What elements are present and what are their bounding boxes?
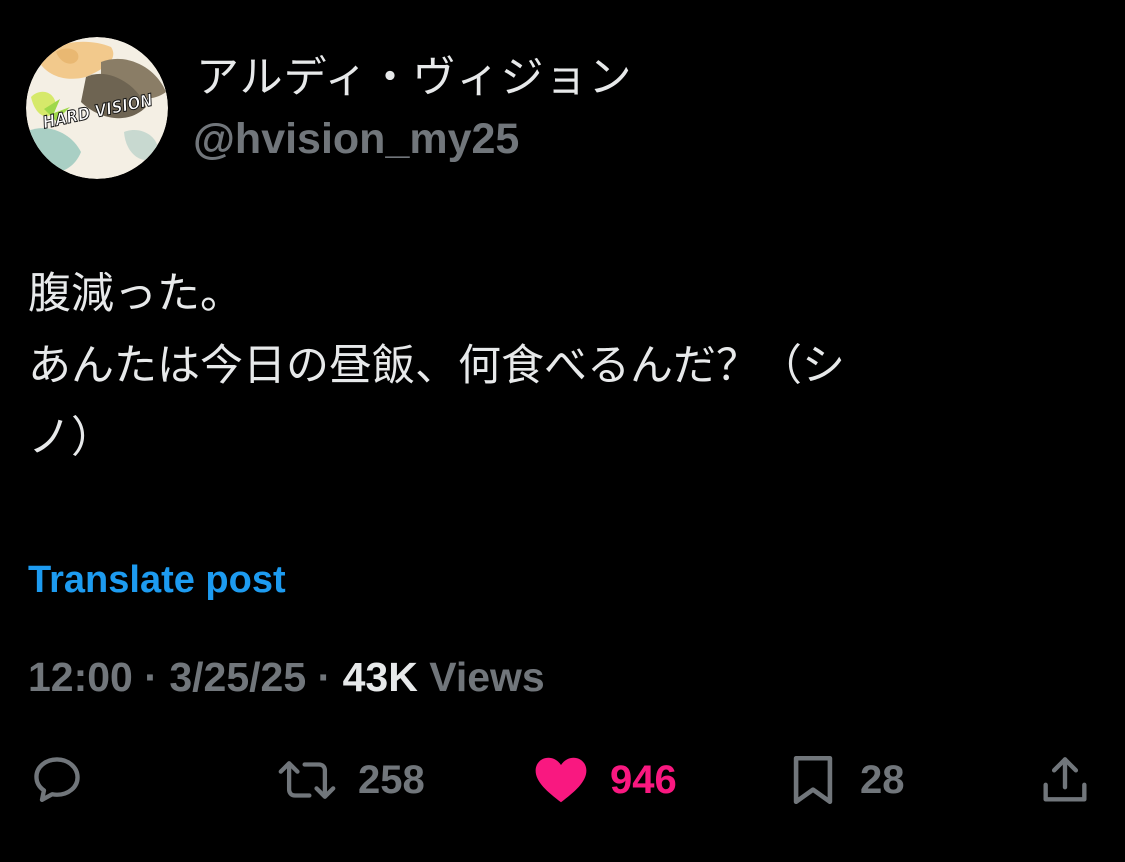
post-text-line: ノ） <box>28 413 114 463</box>
post-date[interactable]: 3/25/25 <box>169 654 306 700</box>
bookmark-icon <box>793 755 833 805</box>
post-text: 腹減った。 あんたは今日の昼飯、何食べるんだ？（シ ノ） <box>28 258 1088 474</box>
repost-button[interactable]: 258 <box>276 748 425 812</box>
author-handle[interactable]: @hvision_my25 <box>193 113 519 165</box>
action-bar: 258 946 28 <box>0 748 1125 812</box>
author-display-name[interactable]: アルディ・ヴィジョン <box>196 52 633 104</box>
post-time[interactable]: 12:00 <box>28 654 133 700</box>
views-label: Views <box>429 654 545 700</box>
repost-count: 258 <box>358 758 425 802</box>
share-icon <box>1043 757 1087 802</box>
bookmark-count: 28 <box>860 758 905 802</box>
meta-separator: · <box>144 654 158 700</box>
bookmark-button[interactable]: 28 <box>786 748 905 812</box>
translate-post-link[interactable]: Translate post <box>28 558 286 602</box>
post-text-line: あんたは今日の昼飯、何食べるんだ？（シ <box>28 341 845 391</box>
repost-icon <box>278 761 336 799</box>
post-meta: 12:00 · 3/25/25 · 43K Views <box>28 652 545 702</box>
avatar-logo-image: HARD VISION <box>26 37 168 179</box>
heart-icon <box>535 757 587 803</box>
share-button[interactable] <box>1036 748 1094 812</box>
views-count: 43K <box>342 654 418 700</box>
like-count: 946 <box>610 758 677 802</box>
reply-icon <box>34 757 80 802</box>
meta-separator: · <box>317 654 332 700</box>
reply-button[interactable] <box>28 748 106 812</box>
avatar[interactable]: HARD VISION <box>26 37 168 179</box>
post-text-line: 腹減った。 <box>28 269 243 319</box>
like-button[interactable]: 946 <box>532 748 677 812</box>
